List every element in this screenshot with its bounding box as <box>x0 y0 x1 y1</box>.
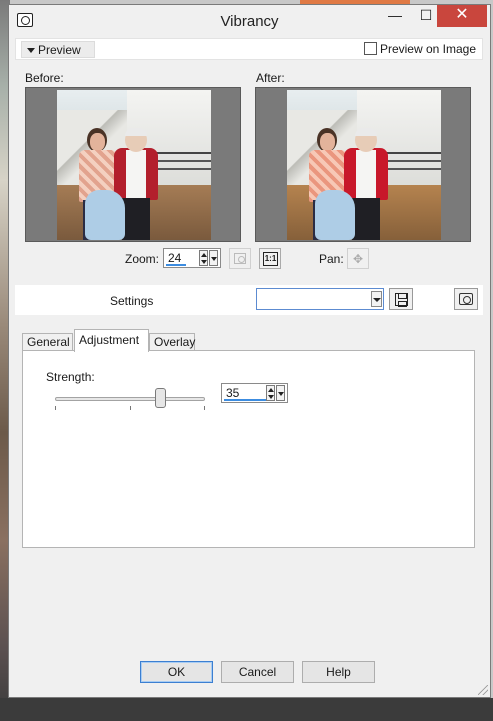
strength-spinner[interactable]: 35 <box>221 383 288 403</box>
pan-button[interactable]: ✥ <box>347 248 369 269</box>
help-button[interactable]: Help <box>302 661 375 683</box>
preview-on-image-label: Preview on Image <box>379 42 476 56</box>
strength-spin-arrows-icon[interactable] <box>266 385 275 401</box>
zoom-one-to-one-button[interactable]: 1:1 <box>259 248 281 269</box>
tab-overlay[interactable]: Overlay <box>149 333 195 351</box>
preview-on-image-checkbox[interactable] <box>363 42 377 55</box>
zoom-spinner[interactable]: 24 <box>163 248 221 268</box>
resize-grip-icon[interactable] <box>478 685 488 695</box>
slider-tick <box>55 406 56 410</box>
vibrancy-dialog: Vibrancy — ☐ ✕ Preview Preview on Image … <box>8 4 491 698</box>
cancel-button[interactable]: Cancel <box>221 661 294 683</box>
settings-label: Settings <box>110 294 154 308</box>
settings-bar: Settings <box>15 285 483 315</box>
after-preview-pane[interactable] <box>255 87 471 242</box>
save-preset-button[interactable] <box>389 288 413 310</box>
strength-value: 35 <box>226 386 240 400</box>
zoom-label: Zoom: <box>125 252 160 266</box>
adjustment-panel: Strength: 35 <box>22 350 475 548</box>
zoom-dropdown-icon[interactable] <box>209 250 218 266</box>
floppy-disk-icon <box>395 293 408 307</box>
settings-dropdown[interactable] <box>256 288 384 310</box>
slider-tick <box>130 406 131 410</box>
minimize-button[interactable]: — <box>380 5 410 27</box>
pan-label: Pan: <box>319 252 344 266</box>
before-photo <box>57 90 211 240</box>
after-label: After: <box>256 71 285 85</box>
strength-label: Strength: <box>46 370 95 384</box>
preset-manager-icon <box>459 293 473 305</box>
ok-button[interactable]: OK <box>140 661 213 683</box>
one-to-one-icon: 1:1 <box>263 252 278 266</box>
triangle-down-icon <box>27 48 35 53</box>
strength-slider-track[interactable] <box>55 397 205 401</box>
chevron-down-icon[interactable] <box>371 291 382 307</box>
strength-slider-thumb[interactable] <box>154 388 166 408</box>
move-icon: ✥ <box>353 252 364 266</box>
zoom-value: 24 <box>168 251 182 265</box>
preview-bar: Preview Preview on Image <box>15 38 483 60</box>
tab-general[interactable]: General <box>22 333 73 351</box>
preview-on-image-option[interactable]: Preview on Image <box>363 42 476 56</box>
preview-toggle-label: Preview <box>38 43 81 57</box>
preview-toggle-button[interactable]: Preview <box>21 41 95 58</box>
zoom-spin-arrows-icon[interactable] <box>199 250 208 266</box>
strength-dropdown-icon[interactable] <box>276 385 285 401</box>
taskbar <box>0 698 493 721</box>
zoom-to-fit-button[interactable] <box>229 248 251 269</box>
manage-presets-button[interactable] <box>454 288 478 310</box>
tab-adjustment[interactable]: Adjustment <box>74 329 149 352</box>
zoom-fit-icon <box>234 253 246 264</box>
after-photo <box>287 90 441 240</box>
close-button[interactable]: ✕ <box>437 5 487 27</box>
before-label: Before: <box>25 71 64 85</box>
slider-tick <box>204 406 205 410</box>
title-bar[interactable]: Vibrancy — ☐ ✕ <box>9 5 490 37</box>
before-preview-pane[interactable] <box>25 87 241 242</box>
